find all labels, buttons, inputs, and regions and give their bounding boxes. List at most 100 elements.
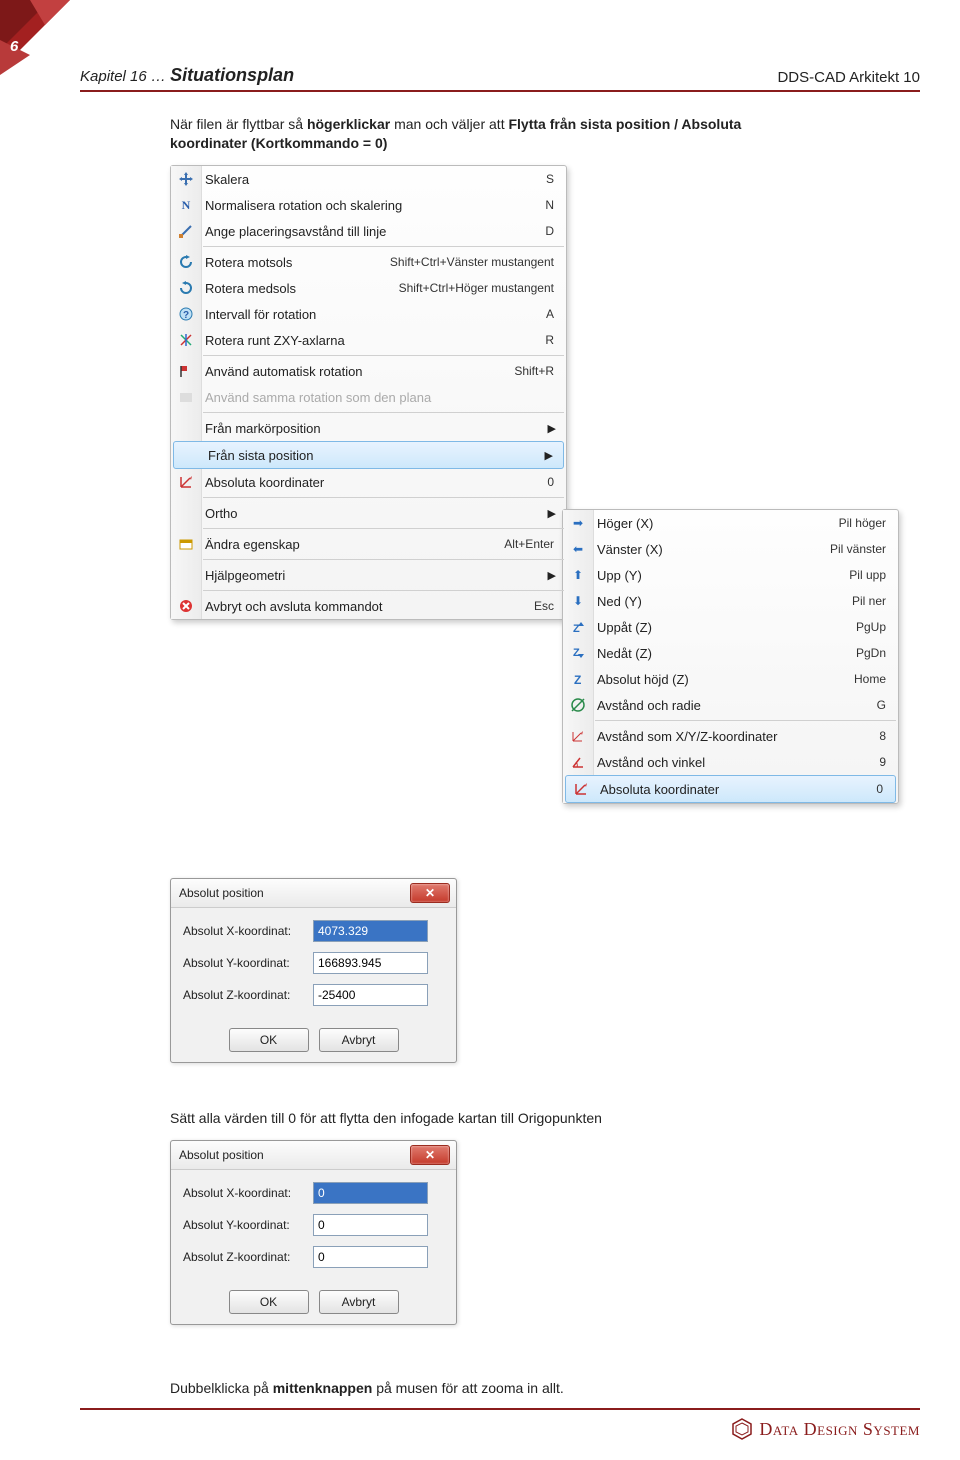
cancel-button[interactable]: Avbryt — [319, 1290, 399, 1314]
blank-icon — [174, 442, 204, 468]
svg-text:Z: Z — [573, 647, 580, 659]
dialog-title: Absolut position — [179, 886, 264, 900]
blank-icon — [171, 384, 201, 410]
menu-item[interactable]: Avstånd som X/Y/Z-koordinater8 — [563, 723, 898, 749]
menu-item-label: Absoluta koordinater — [596, 782, 876, 797]
menu-item-label: Absolut höjd (Z) — [593, 672, 854, 687]
menu-item[interactable]: ⬅Vänster (X)Pil vänster — [563, 536, 898, 562]
menu-item[interactable]: Absoluta koordinater0 — [565, 775, 896, 803]
menu-item-label: Avstånd som X/Y/Z-koordinater — [593, 729, 879, 744]
menu-item-shortcut: PgUp — [856, 620, 898, 634]
close-button[interactable]: ✕ — [410, 1145, 450, 1165]
menu-item[interactable]: ZAbsolut höjd (Z)Home — [563, 666, 898, 692]
menu-separator — [203, 355, 564, 356]
abs2-icon — [566, 776, 596, 802]
menu-item-label: Avstånd och radie — [593, 698, 877, 713]
dialog-row: Absolut X-koordinat: — [183, 1182, 444, 1204]
menu-item-shortcut: Esc — [534, 599, 566, 613]
menu-item-label: Uppåt (Z) — [593, 620, 856, 635]
right-icon: ➡ — [563, 510, 593, 536]
page-corner-decoration: 6 — [0, 0, 90, 90]
cancel-button[interactable]: Avbryt — [319, 1028, 399, 1052]
coordinate-input[interactable] — [313, 984, 428, 1006]
coordinate-input[interactable] — [313, 1246, 428, 1268]
menu-item[interactable]: Absoluta koordinater0 — [171, 469, 566, 495]
context-menu: SkaleraSNNormalisera rotation och skaler… — [170, 165, 567, 620]
coordinate-input[interactable] — [313, 920, 428, 942]
menu-item-label: Ändra egenskap — [201, 537, 504, 552]
menu-item[interactable]: Hjälpgeometri▶ — [171, 562, 566, 588]
menu-item[interactable]: Avstånd och vinkel9 — [563, 749, 898, 775]
axes-icon — [171, 327, 201, 353]
close-button[interactable]: ✕ — [410, 883, 450, 903]
menu-item-label: Rotera runt ZXY-axlarna — [201, 333, 545, 348]
menu-item[interactable]: Ändra egenskapAlt+Enter — [171, 531, 566, 557]
coordinate-input[interactable] — [313, 1214, 428, 1236]
menu-item[interactable]: Avbryt och avsluta kommandotEsc — [171, 593, 566, 619]
page-number: 6 — [10, 38, 18, 55]
menu-separator — [203, 497, 564, 498]
dialog-row: Absolut Z-koordinat: — [183, 984, 444, 1006]
ok-button[interactable]: OK — [229, 1028, 309, 1052]
menu-item-label: Ortho — [201, 506, 548, 521]
menu-item[interactable]: Ortho▶ — [171, 500, 566, 526]
dialog-row: Absolut Z-koordinat: — [183, 1246, 444, 1268]
menu-item[interactable]: ?Intervall för rotationA — [171, 301, 566, 327]
menu-item[interactable]: Använd samma rotation som den plana — [171, 384, 566, 410]
menu-item[interactable]: Från markörposition▶ — [171, 415, 566, 441]
menu-item[interactable]: Använd automatisk rotationShift+R — [171, 358, 566, 384]
menu-item-shortcut: A — [546, 307, 566, 321]
coordinate-input[interactable] — [313, 1182, 428, 1204]
menu-item-label: Absoluta koordinater — [201, 475, 547, 490]
menu-item-shortcut: Pil ner — [852, 594, 898, 608]
menu-item-label: Ange placeringsavstånd till linje — [201, 224, 545, 239]
edge-icon — [171, 218, 201, 244]
menu-item[interactable]: SkaleraS — [171, 166, 566, 192]
ok-button[interactable]: OK — [229, 1290, 309, 1314]
field-label: Absolut Y-koordinat: — [183, 1218, 313, 1232]
field-label: Absolut Z-koordinat: — [183, 1250, 313, 1264]
menu-separator — [595, 720, 896, 721]
down-icon: ⬇ — [563, 588, 593, 614]
menu-item[interactable]: Avstånd och radieG — [563, 692, 898, 718]
menu-item-shortcut: Alt+Enter — [504, 537, 566, 551]
menu-item-shortcut: 8 — [879, 729, 898, 743]
footer-brand: Data Design System — [731, 1418, 920, 1440]
menu-item[interactable]: Rotera medsolsShift+Ctrl+Höger mustangen… — [171, 275, 566, 301]
menu-item[interactable]: Rotera motsolsShift+Ctrl+Vänster mustang… — [171, 249, 566, 275]
menu-item-label: Avstånd och vinkel — [593, 755, 879, 770]
ccw-icon — [171, 249, 201, 275]
menu-item[interactable]: ⬇Ned (Y)Pil ner — [563, 588, 898, 614]
menu-item-label: Från markörposition — [201, 421, 548, 436]
menu-item[interactable]: Från sista position▶ — [173, 441, 564, 469]
menu-item[interactable]: Ange placeringsavstånd till linjeD — [171, 218, 566, 244]
cancel-icon — [171, 593, 201, 619]
menu-item[interactable]: NNormalisera rotation och skaleringN — [171, 192, 566, 218]
coordinate-input[interactable] — [313, 952, 428, 974]
cw-icon — [171, 275, 201, 301]
page-header: Kapitel 16 … Situationsplan DDS-CAD Arki… — [80, 65, 920, 92]
menu-item[interactable]: ⬆Upp (Y)Pil upp — [563, 562, 898, 588]
menu-item-label: Normalisera rotation och skalering — [201, 198, 545, 213]
product-name: DDS-CAD Arkitekt 10 — [777, 69, 920, 86]
menu-item-shortcut: Pil upp — [849, 568, 898, 582]
abs-icon — [171, 469, 201, 495]
menu-item-shortcut: Home — [854, 672, 898, 686]
menu-item-label: Avbryt och avsluta kommandot — [201, 599, 534, 614]
blank-icon — [171, 562, 201, 588]
q-icon: ? — [171, 301, 201, 327]
menu-separator — [203, 412, 564, 413]
dialog-row: Absolut Y-koordinat: — [183, 1214, 444, 1236]
absolute-position-dialog-2: Absolut position ✕ Absolut X-koordinat:A… — [170, 1140, 457, 1325]
context-submenu: ➡Höger (X)Pil höger⬅Vänster (X)Pil vänst… — [562, 509, 899, 804]
menu-item-label: Vänster (X) — [593, 542, 830, 557]
menu-item[interactable]: ZUppåt (Z)PgUp — [563, 614, 898, 640]
n-icon: N — [171, 192, 201, 218]
footer-rule — [80, 1408, 920, 1410]
menu-item[interactable]: ZNedåt (Z)PgDn — [563, 640, 898, 666]
zup-icon: Z — [563, 614, 593, 640]
xyz-icon — [563, 723, 593, 749]
left-icon: ⬅ — [563, 536, 593, 562]
menu-item[interactable]: Rotera runt ZXY-axlarnaR — [171, 327, 566, 353]
menu-item[interactable]: ➡Höger (X)Pil höger — [563, 510, 898, 536]
